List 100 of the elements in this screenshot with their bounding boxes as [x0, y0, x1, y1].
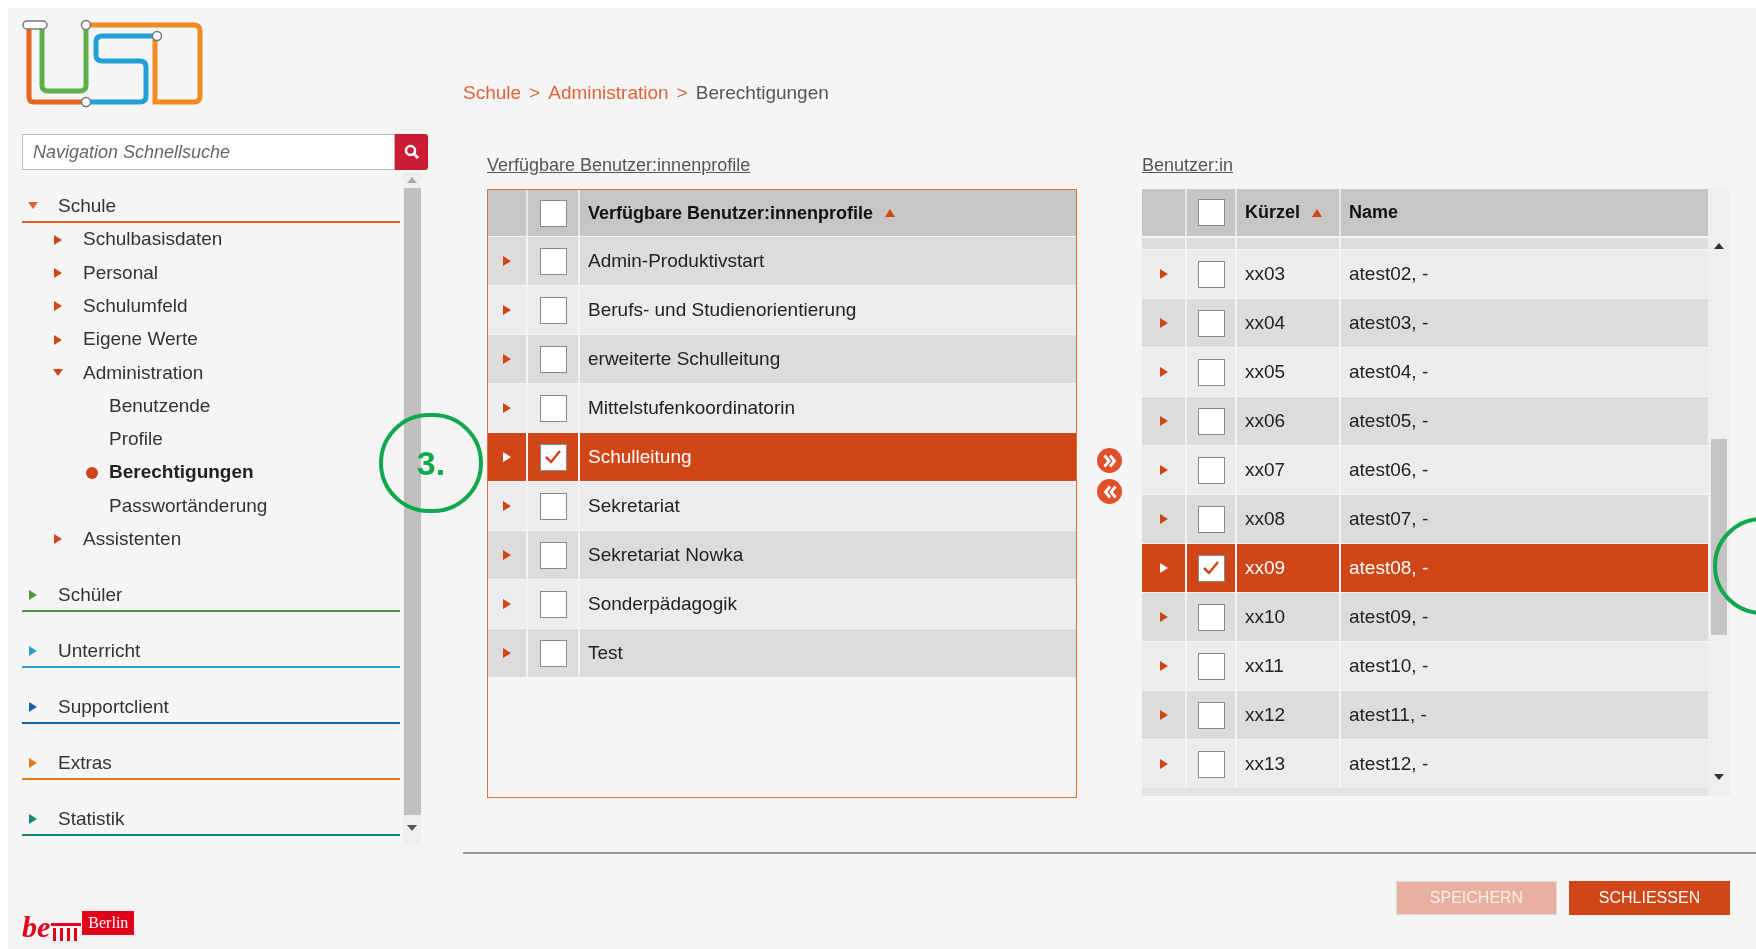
nav-section-label[interactable]: Schule — [58, 191, 117, 221]
table-row[interactable]: xx07 atest06, - — [1142, 445, 1708, 494]
table-row[interactable]: xx08 atest07, - — [1142, 494, 1708, 543]
checkbox[interactable] — [539, 394, 567, 422]
nav-item[interactable]: Personal — [83, 258, 158, 288]
expand-caret-icon[interactable] — [1158, 367, 1169, 377]
table-row[interactable]: Berufs- und Studienorientierung — [488, 285, 1076, 334]
checkbox[interactable] — [539, 247, 567, 275]
checkbox[interactable] — [1197, 407, 1225, 435]
nav-section[interactable]: Supportclient — [22, 691, 400, 724]
expand-caret-icon[interactable] — [502, 256, 512, 266]
table-row[interactable]: Sonderpädagogik — [488, 579, 1076, 628]
nav-item[interactable]: Schulumfeld — [83, 292, 188, 321]
table-row[interactable]: xx11 atest10, - — [1142, 641, 1708, 690]
expand-caret-icon[interactable] — [53, 267, 63, 278]
checkbox[interactable] — [1197, 505, 1225, 533]
checkbox[interactable] — [1197, 603, 1225, 631]
table-row[interactable]: xx06 atest05, - — [1142, 396, 1708, 445]
expand-caret-icon[interactable] — [53, 334, 63, 345]
expand-caret-icon[interactable] — [502, 550, 512, 560]
expand-caret-icon[interactable] — [28, 589, 38, 600]
nav-section[interactable]: Statistik — [22, 803, 400, 836]
checkbox[interactable] — [1197, 701, 1225, 729]
search-button[interactable] — [395, 134, 428, 170]
scroll-down-icon[interactable] — [407, 825, 417, 831]
expand-caret-icon[interactable] — [502, 599, 512, 609]
expand-caret-icon[interactable] — [28, 813, 38, 824]
checkbox[interactable] — [539, 492, 567, 520]
search-field[interactable]: Navigation Schnellsuche — [22, 134, 395, 170]
nav-section-label[interactable]: Statistik — [58, 804, 125, 834]
checkbox[interactable] — [539, 443, 567, 471]
checkbox[interactable] — [539, 541, 567, 569]
table-row[interactable]: xx05 atest04, - — [1142, 347, 1708, 396]
collapse-caret-icon[interactable] — [28, 201, 38, 211]
expand-caret-icon[interactable] — [1158, 269, 1169, 279]
scroll-up-icon[interactable] — [1714, 243, 1724, 249]
nav-section[interactable]: Schüler — [22, 579, 400, 612]
table-row[interactable]: xx12 atest11, - — [1142, 690, 1708, 739]
checkbox[interactable] — [1197, 309, 1225, 337]
expand-caret-icon[interactable] — [502, 354, 512, 364]
expand-caret-icon[interactable] — [53, 534, 63, 545]
expand-caret-icon[interactable] — [502, 305, 512, 315]
expand-caret-icon[interactable] — [502, 452, 512, 462]
checkbox[interactable] — [1197, 358, 1225, 386]
table-row[interactable]: Sekretariat — [488, 481, 1076, 530]
expand-caret-icon[interactable] — [1158, 661, 1169, 671]
expand-caret-icon[interactable] — [28, 701, 38, 712]
table-row[interactable]: Admin-Produktivstart — [488, 236, 1076, 285]
nav-section[interactable]: Extras — [22, 747, 400, 780]
nav-section[interactable]: Schule — [22, 191, 400, 223]
nav-item[interactable]: Schulbasisdaten — [83, 225, 223, 254]
expand-caret-icon[interactable] — [53, 234, 63, 245]
checkbox[interactable] — [1197, 554, 1225, 582]
checkbox[interactable] — [1197, 456, 1225, 484]
table-row[interactable]: Test — [488, 628, 1076, 677]
column-header[interactable]: Verfügbare Benutzer:innenprofile — [580, 190, 1076, 236]
table-row[interactable]: xx03 atest02, - — [1142, 249, 1708, 298]
scrollbar[interactable] — [1708, 189, 1730, 796]
table-row[interactable]: xx04 atest03, - — [1142, 298, 1708, 347]
column-header[interactable]: Name — [1341, 189, 1708, 236]
expand-caret-icon[interactable] — [502, 648, 512, 658]
table-row[interactable]: Mittelstufenkoordinatorin — [488, 383, 1076, 432]
checkbox[interactable] — [539, 345, 567, 373]
panel-title[interactable]: Benutzer:in — [1142, 154, 1730, 177]
table-row[interactable]: xx10 atest09, - — [1142, 592, 1708, 641]
scroll-down-icon[interactable] — [1714, 774, 1724, 780]
checkbox[interactable] — [539, 590, 567, 618]
expand-caret-icon[interactable] — [1158, 465, 1169, 475]
move-right-button[interactable] — [1097, 448, 1122, 473]
table-row[interactable]: Sekretariat Nowka — [488, 530, 1076, 579]
checkbox[interactable] — [1197, 199, 1225, 226]
expand-caret-icon[interactable] — [502, 403, 512, 413]
nav-section-label[interactable]: Supportclient — [58, 692, 169, 722]
checkbox[interactable] — [1197, 750, 1225, 778]
nav-item[interactable]: Administration — [83, 358, 204, 388]
checkbox[interactable] — [1197, 260, 1225, 288]
nav-section-label[interactable]: Schüler — [58, 580, 123, 610]
scrollbar-thumb[interactable] — [1711, 439, 1727, 635]
expand-caret-icon[interactable] — [1158, 318, 1169, 328]
table-row[interactable]: xx13 atest12, - — [1142, 739, 1708, 788]
expand-caret-icon[interactable] — [28, 757, 38, 768]
nav-section[interactable]: Unterricht — [22, 635, 400, 668]
nav-item[interactable]: Benutzende — [109, 391, 211, 421]
nav-item[interactable]: Berechtigungen — [109, 458, 254, 487]
expand-caret-icon[interactable] — [502, 501, 512, 511]
checkbox[interactable] — [1197, 652, 1225, 680]
table-row[interactable]: xx09 atest08, - — [1142, 543, 1708, 592]
table-row[interactable]: Schulleitung — [488, 432, 1076, 481]
collapse-caret-icon[interactable] — [53, 367, 63, 378]
nav-item[interactable]: Profile — [109, 425, 163, 454]
expand-caret-icon[interactable] — [1158, 563, 1169, 573]
nav-section-label[interactable]: Extras — [58, 748, 112, 778]
expand-caret-icon[interactable] — [1158, 759, 1169, 769]
checkbox[interactable] — [539, 639, 567, 667]
checkbox[interactable] — [539, 296, 567, 324]
expand-caret-icon[interactable] — [1158, 514, 1169, 524]
expand-caret-icon[interactable] — [1158, 612, 1169, 622]
expand-caret-icon[interactable] — [1158, 710, 1169, 720]
nav-section-label[interactable]: Unterricht — [58, 636, 141, 666]
expand-caret-icon[interactable] — [1158, 416, 1169, 426]
